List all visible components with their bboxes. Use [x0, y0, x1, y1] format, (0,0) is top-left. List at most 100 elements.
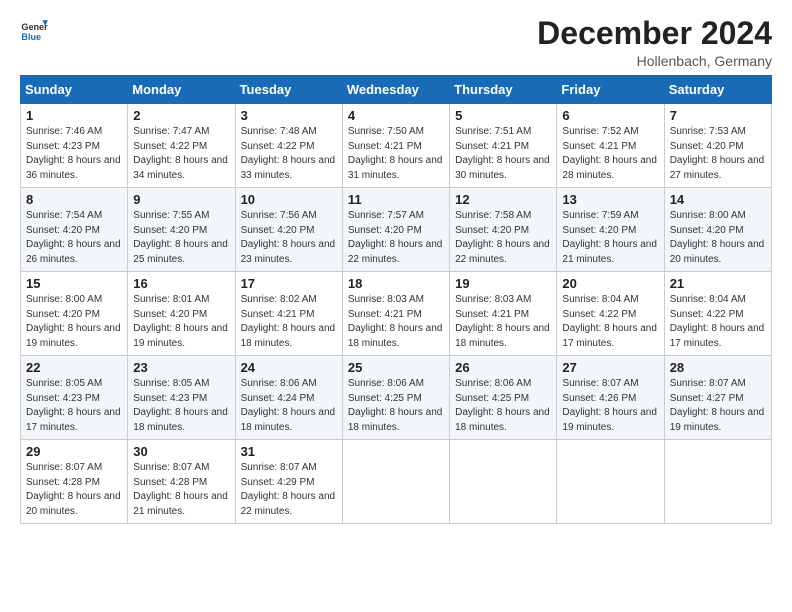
day-number: 5 — [455, 108, 551, 123]
day-number: 24 — [241, 360, 337, 375]
cell-content: Sunrise: 8:05 AM Sunset: 4:23 PM Dayligh… — [26, 377, 122, 435]
calendar-cell: 17 Sunrise: 8:02 AM Sunset: 4:21 PM Dayli… — [235, 272, 342, 356]
day-header-sunday: Sunday — [21, 76, 128, 104]
calendar-cell: 1 Sunrise: 7:46 AM Sunset: 4:23 PM Daylig… — [21, 104, 128, 188]
calendar-cell: 2 Sunrise: 7:47 AM Sunset: 4:22 PM Daylig… — [128, 104, 235, 188]
cell-content: Sunrise: 7:50 AM Sunset: 4:21 PM Dayligh… — [348, 125, 444, 183]
logo: General Blue — [20, 16, 48, 44]
cell-content: Sunrise: 7:57 AM Sunset: 4:20 PM Dayligh… — [348, 209, 444, 267]
week-row-3: 15Sunrise: 8:00 AM Sunset: 4:20 PM Dayli… — [21, 272, 772, 356]
month-title: December 2024 — [537, 16, 772, 51]
calendar-cell: 15Sunrise: 8:00 AM Sunset: 4:20 PM Dayli… — [21, 272, 128, 356]
calendar-cell — [342, 440, 449, 524]
cell-content: Sunrise: 8:07 AM Sunset: 4:26 PM Dayligh… — [562, 377, 658, 435]
cell-content: Sunrise: 8:07 AM Sunset: 4:28 PM Dayligh… — [133, 461, 229, 519]
calendar-cell: 11 Sunrise: 7:57 AM Sunset: 4:20 PM Dayli… — [342, 188, 449, 272]
day-number: 19 — [455, 276, 551, 291]
day-header-monday: Monday — [128, 76, 235, 104]
calendar-cell: 25 Sunrise: 8:06 AM Sunset: 4:25 PM Dayli… — [342, 356, 449, 440]
page-container: General Blue December 2024 Hollenbach, G… — [0, 0, 792, 612]
cell-content: Sunrise: 7:46 AM Sunset: 4:23 PM Dayligh… — [26, 125, 122, 183]
svg-text:Blue: Blue — [21, 32, 41, 42]
cell-content: Sunrise: 8:03 AM Sunset: 4:21 PM Dayligh… — [348, 293, 444, 351]
calendar-cell: 27 Sunrise: 8:07 AM Sunset: 4:26 PM Dayli… — [557, 356, 664, 440]
header: General Blue December 2024 Hollenbach, G… — [20, 16, 772, 69]
cell-content: Sunrise: 7:58 AM Sunset: 4:20 PM Dayligh… — [455, 209, 551, 267]
day-number: 16 — [133, 276, 229, 291]
day-number: 25 — [348, 360, 444, 375]
cell-content: Sunrise: 8:06 AM Sunset: 4:25 PM Dayligh… — [348, 377, 444, 435]
day-headers: SundayMondayTuesdayWednesdayThursdayFrid… — [21, 76, 772, 104]
calendar-cell: 6 Sunrise: 7:52 AM Sunset: 4:21 PM Daylig… — [557, 104, 664, 188]
day-number: 4 — [348, 108, 444, 123]
calendar-cell — [557, 440, 664, 524]
day-number: 23 — [133, 360, 229, 375]
calendar-cell: 24 Sunrise: 8:06 AM Sunset: 4:24 PM Dayli… — [235, 356, 342, 440]
calendar-cell: 28 Sunrise: 8:07 AM Sunset: 4:27 PM Dayli… — [664, 356, 771, 440]
day-number: 21 — [670, 276, 766, 291]
cell-content: Sunrise: 7:53 AM Sunset: 4:20 PM Dayligh… — [670, 125, 766, 183]
calendar-cell: 19 Sunrise: 8:03 AM Sunset: 4:21 PM Dayli… — [450, 272, 557, 356]
day-number: 18 — [348, 276, 444, 291]
logo-icon: General Blue — [20, 16, 48, 44]
day-number: 10 — [241, 192, 337, 207]
calendar-cell: 31 Sunrise: 8:07 AM Sunset: 4:29 PM Dayli… — [235, 440, 342, 524]
calendar-cell: 12 Sunrise: 7:58 AM Sunset: 4:20 PM Dayli… — [450, 188, 557, 272]
day-number: 27 — [562, 360, 658, 375]
day-number: 22 — [26, 360, 122, 375]
cell-content: Sunrise: 8:02 AM Sunset: 4:21 PM Dayligh… — [241, 293, 337, 351]
day-number: 1 — [26, 108, 122, 123]
cell-content: Sunrise: 8:00 AM Sunset: 4:20 PM Dayligh… — [26, 293, 122, 351]
day-number: 20 — [562, 276, 658, 291]
calendar-cell: 13Sunrise: 7:59 AM Sunset: 4:20 PM Dayli… — [557, 188, 664, 272]
calendar-cell: 8Sunrise: 7:54 AM Sunset: 4:20 PM Daylig… — [21, 188, 128, 272]
day-number: 12 — [455, 192, 551, 207]
calendar-cell: 16Sunrise: 8:01 AM Sunset: 4:20 PM Dayli… — [128, 272, 235, 356]
day-number: 7 — [670, 108, 766, 123]
week-row-2: 8Sunrise: 7:54 AM Sunset: 4:20 PM Daylig… — [21, 188, 772, 272]
calendar-cell: 26Sunrise: 8:06 AM Sunset: 4:25 PM Dayli… — [450, 356, 557, 440]
day-number: 2 — [133, 108, 229, 123]
calendar-cell: 4 Sunrise: 7:50 AM Sunset: 4:21 PM Daylig… — [342, 104, 449, 188]
day-number: 31 — [241, 444, 337, 459]
day-number: 6 — [562, 108, 658, 123]
cell-content: Sunrise: 7:51 AM Sunset: 4:21 PM Dayligh… — [455, 125, 551, 183]
day-number: 11 — [348, 192, 444, 207]
calendar-cell: 30 Sunrise: 8:07 AM Sunset: 4:28 PM Dayli… — [128, 440, 235, 524]
day-number: 14 — [670, 192, 766, 207]
cell-content: Sunrise: 7:54 AM Sunset: 4:20 PM Dayligh… — [26, 209, 122, 267]
cell-content: Sunrise: 8:07 AM Sunset: 4:27 PM Dayligh… — [670, 377, 766, 435]
cell-content: Sunrise: 7:56 AM Sunset: 4:20 PM Dayligh… — [241, 209, 337, 267]
calendar-table: SundayMondayTuesdayWednesdayThursdayFrid… — [20, 75, 772, 524]
calendar-cell: 9 Sunrise: 7:55 AM Sunset: 4:20 PM Daylig… — [128, 188, 235, 272]
day-header-thursday: Thursday — [450, 76, 557, 104]
cell-content: Sunrise: 8:03 AM Sunset: 4:21 PM Dayligh… — [455, 293, 551, 351]
cell-content: Sunrise: 8:04 AM Sunset: 4:22 PM Dayligh… — [562, 293, 658, 351]
cell-content: Sunrise: 7:47 AM Sunset: 4:22 PM Dayligh… — [133, 125, 229, 183]
day-number: 13 — [562, 192, 658, 207]
day-number: 28 — [670, 360, 766, 375]
cell-content: Sunrise: 7:52 AM Sunset: 4:21 PM Dayligh… — [562, 125, 658, 183]
svg-text:General: General — [21, 22, 48, 32]
calendar-cell: 23 Sunrise: 8:05 AM Sunset: 4:23 PM Dayli… — [128, 356, 235, 440]
calendar-cell: 20 Sunrise: 8:04 AM Sunset: 4:22 PM Dayli… — [557, 272, 664, 356]
cell-content: Sunrise: 8:06 AM Sunset: 4:24 PM Dayligh… — [241, 377, 337, 435]
calendar-cell: 29 Sunrise: 8:07 AM Sunset: 4:28 PM Dayli… — [21, 440, 128, 524]
day-number: 17 — [241, 276, 337, 291]
day-number: 30 — [133, 444, 229, 459]
cell-content: Sunrise: 7:55 AM Sunset: 4:20 PM Dayligh… — [133, 209, 229, 267]
day-number: 29 — [26, 444, 122, 459]
cell-content: Sunrise: 8:05 AM Sunset: 4:23 PM Dayligh… — [133, 377, 229, 435]
calendar-cell: 18 Sunrise: 8:03 AM Sunset: 4:21 PM Dayli… — [342, 272, 449, 356]
calendar-cell — [664, 440, 771, 524]
calendar-cell — [450, 440, 557, 524]
cell-content: Sunrise: 7:48 AM Sunset: 4:22 PM Dayligh… — [241, 125, 337, 183]
day-number: 26 — [455, 360, 551, 375]
calendar-cell: 14Sunrise: 8:00 AM Sunset: 4:20 PM Dayli… — [664, 188, 771, 272]
title-block: December 2024 Hollenbach, Germany — [537, 16, 772, 69]
cell-content: Sunrise: 8:07 AM Sunset: 4:28 PM Dayligh… — [26, 461, 122, 519]
day-header-friday: Friday — [557, 76, 664, 104]
day-number: 9 — [133, 192, 229, 207]
week-row-1: 1 Sunrise: 7:46 AM Sunset: 4:23 PM Daylig… — [21, 104, 772, 188]
cell-content: Sunrise: 8:07 AM Sunset: 4:29 PM Dayligh… — [241, 461, 337, 519]
